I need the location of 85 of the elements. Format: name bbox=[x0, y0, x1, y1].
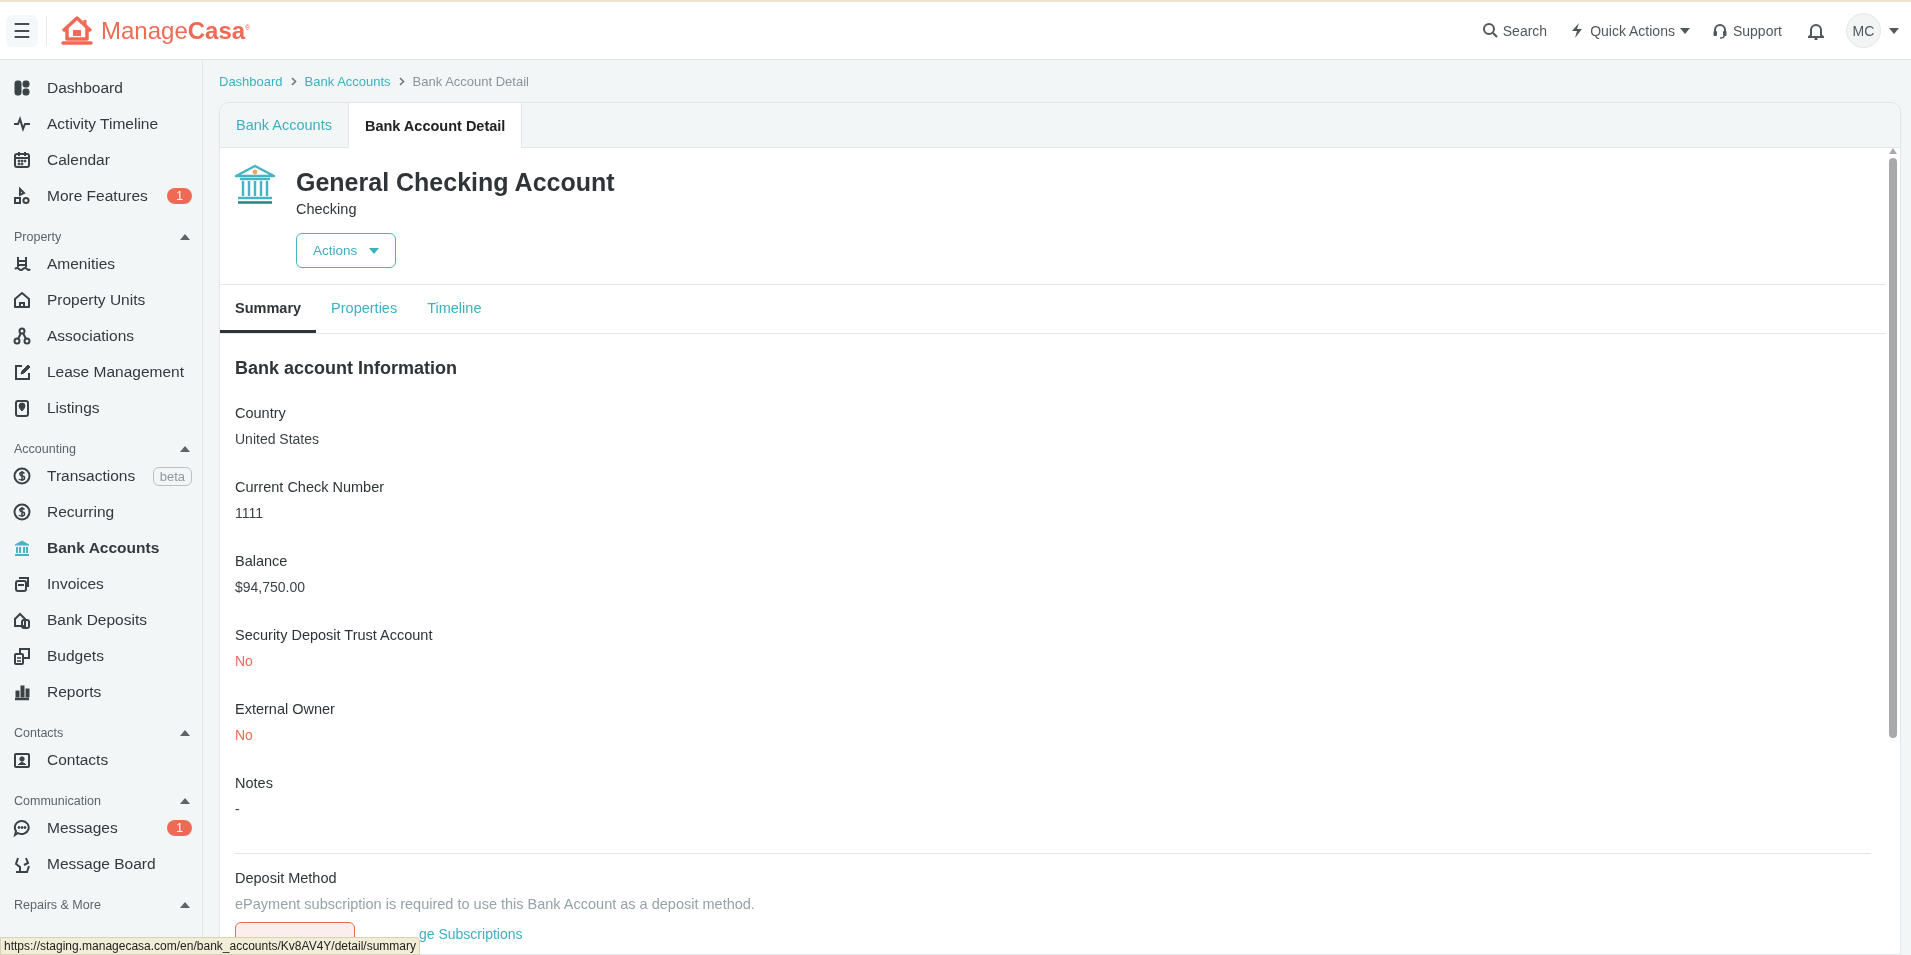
tab[interactable]: Bank Account Detail bbox=[347, 103, 523, 148]
account-type: Checking bbox=[296, 201, 358, 217]
chevron-right-icon bbox=[398, 76, 405, 86]
url-tooltip: https://staging.managecasa.com/en/bank_accounts/Kv8AV4Y/detail/summary bbox=[0, 937, 420, 955]
sidebar-item[interactable]: Calendar bbox=[0, 142, 202, 178]
section-heading: Contacts bbox=[14, 726, 64, 740]
menu-button[interactable]: ☰ bbox=[6, 14, 38, 47]
field-label: Deposit Method bbox=[235, 870, 338, 886]
field-value: No bbox=[235, 653, 254, 669]
help-text: ePayment subscription is required to use this Bank Account as a deposit method. bbox=[235, 896, 756, 912]
pulse-icon bbox=[13, 115, 31, 133]
account-title: General Checking Account bbox=[296, 168, 615, 197]
field-label: Current Check Number bbox=[235, 479, 386, 495]
caret-up-icon[interactable] bbox=[180, 234, 190, 240]
house-icon bbox=[13, 291, 31, 309]
contact-card-icon bbox=[13, 751, 31, 769]
caret-up-icon[interactable] bbox=[180, 902, 190, 908]
sidebar-item[interactable]: Budgets bbox=[0, 638, 202, 674]
sidebar-item[interactable]: Recurring bbox=[0, 494, 202, 530]
sidebar-item[interactable]: Listings bbox=[0, 390, 202, 426]
chevron-right-icon bbox=[290, 76, 297, 86]
dollar-icon bbox=[13, 503, 31, 521]
sidebar-item[interactable]: Property Units bbox=[0, 282, 202, 318]
sidebar-item[interactable]: Bank Deposits bbox=[0, 602, 202, 638]
house-logo-icon bbox=[59, 13, 95, 48]
sidebar-item[interactable]: Bank Accounts bbox=[0, 530, 202, 566]
field-value: United States bbox=[235, 431, 321, 447]
field-value: No bbox=[235, 727, 254, 743]
count-badge: 1 bbox=[167, 820, 192, 836]
bank-icon bbox=[234, 164, 276, 204]
calendar-icon bbox=[13, 151, 31, 169]
field-label: Notes bbox=[235, 775, 274, 791]
sidebar-item[interactable]: Activity Timeline bbox=[0, 106, 202, 142]
pin-icon bbox=[13, 399, 31, 417]
beta-tag: beta bbox=[152, 466, 192, 486]
breadcrumb-current: Bank Account Detail bbox=[412, 73, 529, 89]
caret-icon bbox=[369, 247, 380, 254]
toolbar-button[interactable]: Quick Actions bbox=[1569, 22, 1690, 39]
pool-icon bbox=[13, 255, 31, 273]
network-icon bbox=[13, 327, 31, 345]
copy-icon bbox=[13, 575, 31, 593]
tab[interactable]: Summary bbox=[220, 285, 317, 333]
caret-icon bbox=[1889, 27, 1899, 34]
headset-icon bbox=[1711, 22, 1728, 39]
caret-up-icon[interactable] bbox=[180, 446, 190, 452]
field-value: 1111 bbox=[235, 505, 265, 521]
section-heading: Property bbox=[14, 230, 62, 244]
sidebar-item[interactable]: Contacts bbox=[0, 742, 202, 778]
field-label: External Owner bbox=[235, 701, 336, 717]
field-value: - bbox=[235, 801, 241, 817]
sidebar-item[interactable]: Reports bbox=[0, 674, 202, 710]
caret-up-icon[interactable] bbox=[180, 798, 190, 804]
count-badge: 1 bbox=[167, 188, 192, 204]
sidebar-item[interactable]: Message Board bbox=[0, 846, 202, 882]
avatar[interactable]: MC bbox=[1846, 13, 1881, 48]
sidebar-item[interactable]: Associations bbox=[0, 318, 202, 354]
dollar-icon bbox=[13, 467, 31, 485]
search-icon bbox=[1481, 22, 1498, 39]
sidebar-item[interactable]: More Features 1 bbox=[0, 178, 202, 214]
section-heading: Accounting bbox=[14, 442, 76, 456]
section-heading: Communication bbox=[14, 794, 101, 808]
sidebar-item[interactable]: Messages 1 bbox=[0, 810, 202, 846]
field-value: $94,750.00 bbox=[235, 579, 307, 595]
sidebar-item[interactable]: Dashboard bbox=[0, 70, 202, 106]
calculator-icon bbox=[13, 647, 31, 665]
house-icon bbox=[13, 611, 31, 629]
bank-icon bbox=[13, 539, 31, 557]
bar-chart-icon bbox=[13, 683, 31, 701]
sidebar-item[interactable]: Amenities bbox=[0, 246, 202, 282]
shapes-icon bbox=[13, 187, 31, 205]
sidebar-item[interactable]: Lease Management bbox=[0, 354, 202, 390]
field-label: Balance bbox=[235, 553, 289, 569]
chat-bubble-icon bbox=[13, 819, 31, 837]
caret-up-icon[interactable] bbox=[180, 730, 190, 736]
toolbar-button[interactable]: Search bbox=[1481, 22, 1548, 39]
bell-icon[interactable] bbox=[1808, 21, 1824, 40]
field-label: Security Deposit Trust Account bbox=[235, 627, 434, 643]
sidebar-item[interactable]: Transactions beta bbox=[0, 458, 202, 494]
field-label: Country bbox=[235, 405, 287, 421]
section-title: Bank account Information bbox=[235, 358, 459, 379]
edit-icon bbox=[13, 363, 31, 381]
section-heading: Repairs & More bbox=[14, 898, 101, 912]
dashboard-icon bbox=[13, 79, 31, 97]
sidebar-item[interactable]: Invoices bbox=[0, 566, 202, 602]
toolbar-button[interactable]: Support bbox=[1711, 22, 1782, 39]
